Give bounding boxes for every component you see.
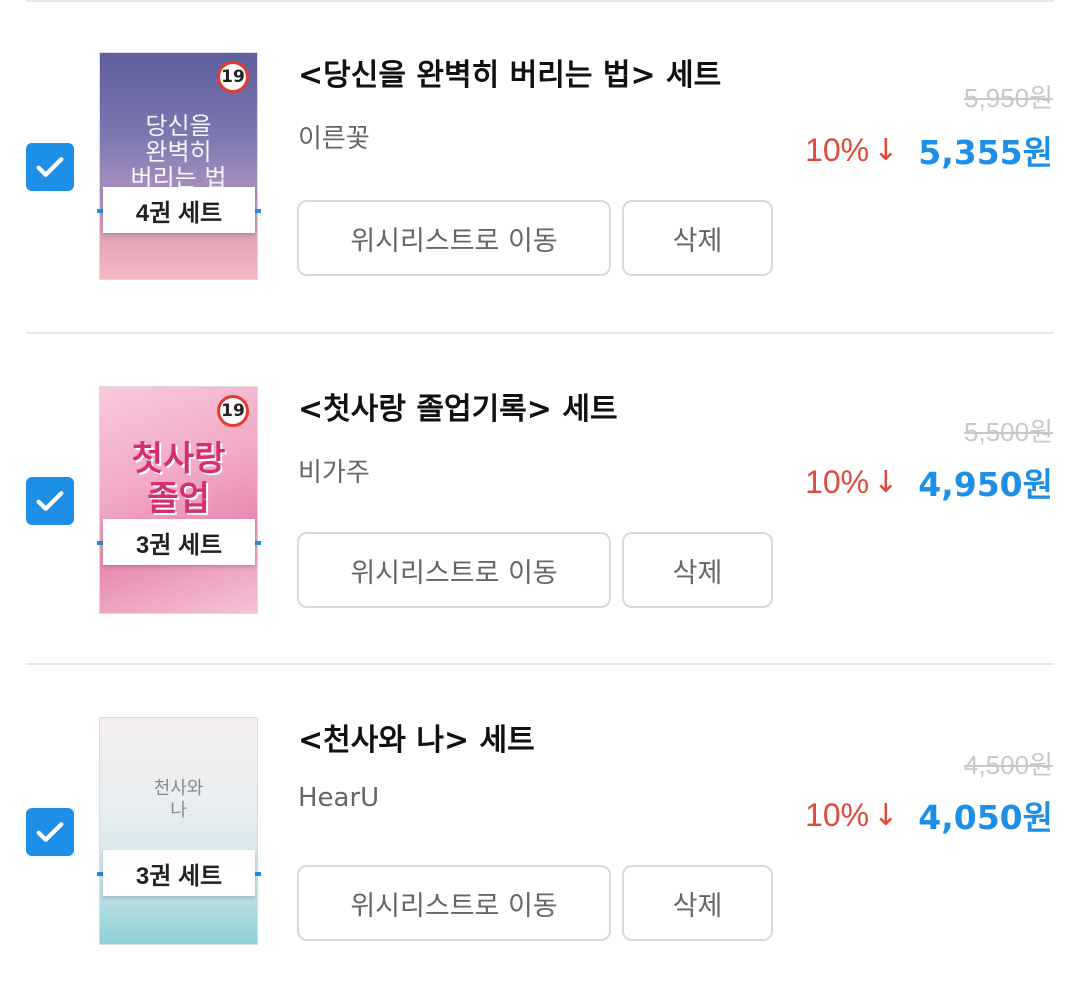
item-checkbox[interactable]	[26, 143, 74, 191]
sale-price: 5,355원	[918, 133, 1053, 172]
cover-title-art: 천사와 나	[153, 778, 204, 821]
checkmark-icon	[36, 491, 64, 511]
age-19-icon: 19	[217, 395, 249, 427]
checkmark-icon	[36, 822, 64, 842]
book-cover[interactable]: 첫사랑 졸업 19	[100, 387, 257, 613]
book-author: 이른꽃	[298, 124, 370, 154]
sale-price: 4,050원	[918, 798, 1053, 837]
item-checkbox[interactable]	[26, 808, 74, 856]
move-to-wishlist-button[interactable]: 위시리스트로 이동	[297, 200, 611, 276]
checkmark-icon	[36, 157, 64, 177]
book-author: HearU	[298, 783, 380, 813]
cart-item: 천사와 나 3권 세트 <천사와 나> 세트 HearU 위시리스트로 이동 삭제…	[0, 665, 1080, 995]
set-badge-label: 4권 세트	[103, 187, 255, 233]
discount-rate: 10%	[805, 796, 870, 833]
book-author: 비가주	[298, 458, 370, 488]
down-arrow-icon: ↓	[873, 464, 899, 500]
delete-button[interactable]: 삭제	[622, 200, 773, 276]
set-badge: 4권 세트	[97, 187, 261, 233]
item-checkbox[interactable]	[26, 477, 74, 525]
cart-item: 첫사랑 졸업 19 3권 세트 <첫사랑 졸업기록> 세트 비가주 위시리스트로 …	[0, 334, 1080, 664]
set-badge: 3권 세트	[97, 519, 261, 565]
down-arrow-icon: ↓	[873, 132, 899, 168]
sale-price: 4,950원	[918, 465, 1053, 504]
book-cover[interactable]: 당신을 완벽히 버리는 법 19	[100, 53, 257, 279]
original-price: 4,500원	[964, 750, 1053, 780]
set-badge-label: 3권 세트	[103, 850, 255, 896]
move-to-wishlist-button[interactable]: 위시리스트로 이동	[297, 532, 611, 608]
book-title[interactable]: <첫사랑 졸업기록> 세트	[298, 384, 618, 428]
delete-button[interactable]: 삭제	[622, 865, 773, 941]
age-19-icon: 19	[217, 61, 249, 93]
cover-title-art: 첫사랑 졸업	[131, 439, 226, 519]
cart-item: 당신을 완벽히 버리는 법 19 4권 세트 <당신을 완벽히 버리는 법> 세트 …	[0, 0, 1080, 330]
set-badge-label: 3권 세트	[103, 519, 255, 565]
price-row: 10% ↓ 5,355원	[805, 126, 1053, 174]
original-price: 5,950원	[964, 83, 1053, 113]
move-to-wishlist-button[interactable]: 위시리스트로 이동	[297, 865, 611, 941]
price-row: 10% ↓ 4,050원	[805, 791, 1053, 839]
cover-title-art: 당신을 완벽히 버리는 법	[130, 112, 227, 192]
delete-button[interactable]: 삭제	[622, 532, 773, 608]
down-arrow-icon: ↓	[873, 797, 899, 833]
original-price: 5,500원	[964, 417, 1053, 447]
book-title[interactable]: <당신을 완벽히 버리는 법> 세트	[298, 50, 721, 94]
discount-rate: 10%	[805, 463, 870, 500]
discount-rate: 10%	[805, 131, 870, 168]
price-row: 10% ↓ 4,950원	[805, 458, 1053, 506]
set-badge: 3권 세트	[97, 850, 261, 896]
book-cover[interactable]: 천사와 나	[100, 718, 257, 944]
book-title[interactable]: <천사와 나> 세트	[298, 715, 535, 759]
